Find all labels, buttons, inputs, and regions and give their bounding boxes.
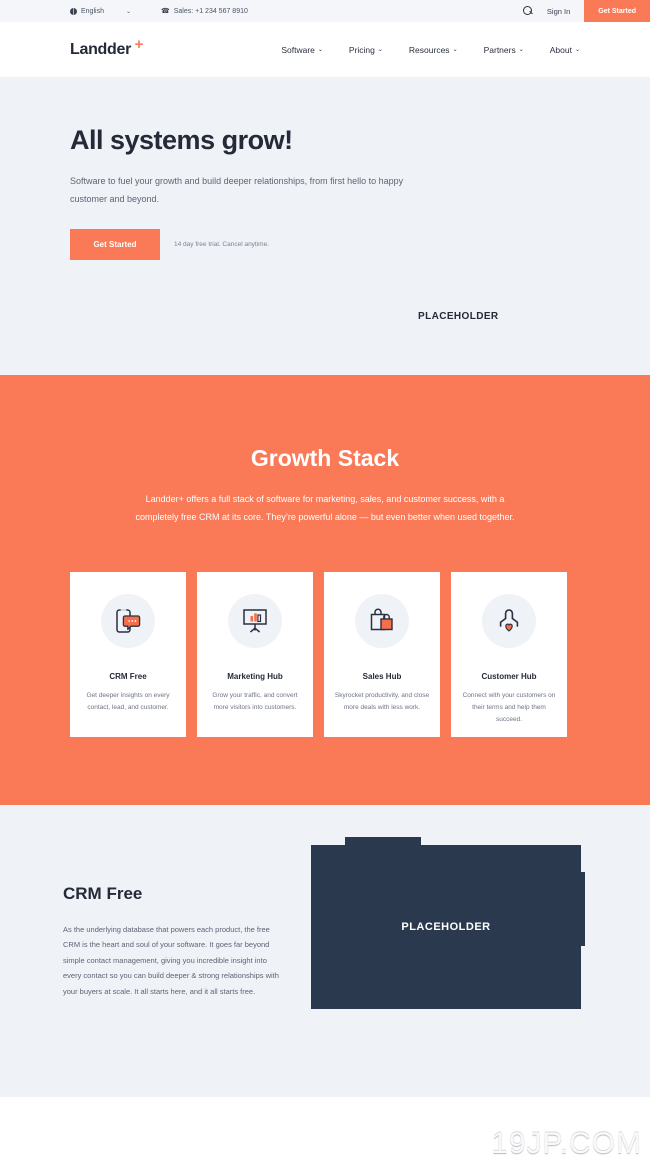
main-navbar: Landder + Software ⌄ Pricing ⌄ Resources … [0, 22, 650, 77]
feature-card-sales-hub[interactable]: Sales Hub Skyrocket productivity, and cl… [324, 572, 440, 737]
chevron-down-icon: ⌄ [518, 47, 524, 53]
feature-card-desc: Skyrocket productivity, and close more d… [334, 692, 430, 712]
shopping-bags-icon [367, 606, 397, 636]
nav-item-resources[interactable]: Resources ⌄ [409, 45, 458, 55]
chevron-down-icon: ⌄ [574, 47, 580, 53]
nav-label: Software [281, 44, 315, 55]
growth-stack-section: Growth Stack Landder+ offers a full stac… [0, 375, 650, 805]
chevron-down-icon: ⌄ [452, 47, 458, 53]
feature-card-desc: Connect with your customers on their ter… [462, 692, 556, 724]
feature-card-title: Customer Hub [481, 672, 537, 681]
language-selector[interactable]: English ⌄ [70, 7, 131, 15]
icon-circle [482, 594, 536, 648]
feature-card-title: CRM Free [109, 672, 147, 681]
page-root: English ⌄ ☎ Sales: +1 234 567 8910 Sign … [0, 0, 650, 1165]
brand-logo[interactable]: Landder + [70, 36, 143, 59]
chevron-down-icon: ⌄ [125, 8, 131, 15]
sales-phone-label: Sales: +1 234 567 8910 [173, 7, 248, 15]
feature-card-title: Marketing Hub [227, 672, 283, 681]
nav-links: Software ⌄ Pricing ⌄ Resources ⌄ Partner… [281, 45, 580, 55]
feature-card-crm-free[interactable]: CRM Free Get deeper insights on every co… [70, 572, 186, 737]
feature-card-desc: Grow your traffic, and convert more visi… [212, 692, 298, 712]
nav-item-partners[interactable]: Partners ⌄ [484, 45, 524, 55]
brand-plus-icon: + [134, 35, 144, 53]
nav-item-about[interactable]: About ⌄ [550, 45, 580, 55]
hero-subtitle: Software to fuel your growth and build d… [70, 176, 404, 204]
hero-trial-note: 14 day free trial. Cancel anytime. [174, 241, 270, 248]
icon-circle [101, 594, 155, 648]
topbar-get-started-button[interactable]: Get Started [584, 0, 650, 22]
nav-label: Resources [408, 44, 450, 55]
nav-item-software[interactable]: Software ⌄ [281, 45, 323, 55]
hero-title: All systems grow! [70, 125, 293, 155]
feature-cards: CRM Free Get deeper insights on every co… [70, 572, 567, 737]
utility-topbar: English ⌄ ☎ Sales: +1 234 567 8910 Sign … [0, 0, 650, 22]
watermark: 19JP.COM [491, 1127, 642, 1160]
feature-card-title: Sales Hub [362, 672, 402, 681]
person-heart-icon [494, 606, 524, 636]
crm-section-title: CRM Free [63, 884, 143, 903]
phone-icon: ☎ [161, 8, 170, 15]
crm-placeholder-graphic: PLACEHOLDER [311, 837, 585, 1009]
sign-in-link[interactable]: Sign In [547, 7, 570, 16]
topbar-right-group: Sign In Get Started [522, 0, 650, 22]
topbar-left-group: English ⌄ ☎ Sales: +1 234 567 8910 [0, 7, 248, 15]
hero-get-started-button[interactable]: Get Started [70, 229, 160, 260]
icon-circle [355, 594, 409, 648]
feature-card-customer-hub[interactable]: Customer Hub Connect with your customers… [451, 572, 567, 737]
hero-section: All systems grow! Software to fuel your … [0, 77, 650, 375]
sales-phone[interactable]: ☎ Sales: +1 234 567 8910 [161, 7, 248, 16]
language-label: English [81, 7, 104, 15]
growth-stack-title: Growth Stack [250, 445, 400, 471]
nav-label: About [549, 44, 572, 55]
icon-circle [228, 594, 282, 648]
brand-logo-text: Landder [70, 40, 132, 58]
nav-label: Pricing [348, 44, 375, 55]
hero-placeholder-label: PLACEHOLDER [418, 311, 499, 322]
crm-placeholder-label: PLACEHOLDER [401, 921, 491, 933]
crm-section-body: As the underlying database that powers e… [63, 925, 279, 996]
nav-item-pricing[interactable]: Pricing ⌄ [349, 45, 383, 55]
feature-card-marketing-hub[interactable]: Marketing Hub Grow your traffic, and con… [197, 572, 313, 737]
feature-card-desc: Get deeper insights on every contact, le… [86, 692, 170, 712]
chevron-down-icon: ⌄ [377, 47, 383, 53]
nav-label: Partners [483, 44, 516, 55]
growth-stack-subtitle: Landder+ offers a full stack of software… [135, 494, 515, 522]
presentation-chart-icon [240, 606, 270, 636]
search-icon[interactable] [522, 6, 533, 16]
globe-icon [70, 7, 77, 15]
phone-chat-icon [113, 606, 143, 636]
chevron-down-icon: ⌄ [317, 47, 323, 53]
